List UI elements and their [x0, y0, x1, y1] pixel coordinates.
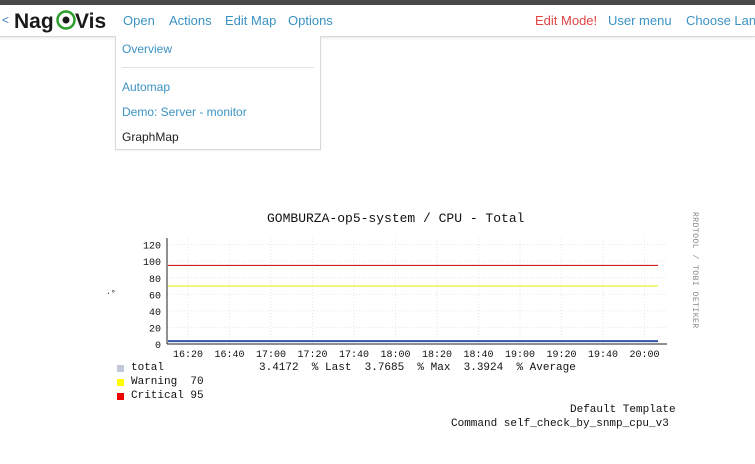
- y-tick-label: 0: [155, 341, 161, 352]
- legend-critical: Critical 95: [131, 390, 204, 402]
- legend-swatch-critical: [117, 393, 124, 400]
- legend-warning: Warning 70: [131, 376, 204, 388]
- chart-plot: 0 20 40 60 80 100 120 16:20 16:40 17:00 17:20 17:40…: [143, 238, 667, 361]
- legend-total-label: total: [131, 362, 165, 374]
- x-tick-label: 19:00: [505, 350, 535, 361]
- x-tick-label: 18:00: [380, 350, 410, 361]
- x-tick-label: 16:40: [214, 350, 244, 361]
- x-tick-label: 16:20: [173, 350, 203, 361]
- y-tick-label: 120: [143, 242, 161, 253]
- plot-area: [167, 238, 667, 344]
- y-tick-label: 20: [149, 324, 161, 335]
- y-tick-label: 80: [149, 275, 161, 286]
- x-tick-label: 17:00: [256, 350, 286, 361]
- x-tick-label: 17:20: [297, 350, 327, 361]
- x-tick-label: 18:40: [463, 350, 493, 361]
- y-tick-label: 100: [143, 258, 161, 269]
- y-tick-label: 40: [149, 308, 161, 319]
- legend-total-stats: 3.4172 % Last 3.7685 % Max 3.3924 % Aver…: [259, 362, 576, 374]
- graph-template-label: Default Template: [570, 404, 676, 416]
- legend-swatch-warning: [117, 379, 124, 386]
- x-tick-label: 17:40: [339, 350, 369, 361]
- y-tick-label: 60: [149, 291, 161, 302]
- x-tick-label: 20:00: [629, 350, 659, 361]
- x-tick-label: 19:40: [588, 350, 618, 361]
- legend-swatch-total: [117, 365, 124, 372]
- x-tick-label: 18:20: [422, 350, 452, 361]
- x-tick-label: 19:20: [546, 350, 576, 361]
- graph-command-label: Command self_check_by_snmp_cpu_v3: [451, 418, 669, 430]
